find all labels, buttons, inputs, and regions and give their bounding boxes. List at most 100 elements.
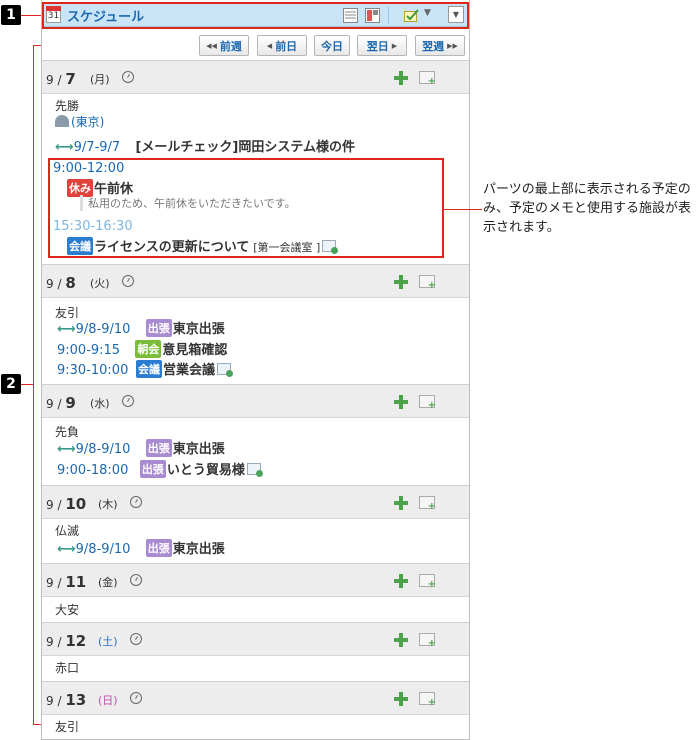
event-title: [メールチェック]岡田システム様の件 [135,140,355,155]
add-folder-icon[interactable] [419,496,436,512]
prev-week-button[interactable]: ◀◀ 前週 [199,35,249,56]
add-event-icon[interactable] [394,71,408,85]
add-folder-icon[interactable] [419,633,436,649]
rokuyo-label: 赤口 [55,661,80,675]
range-arrow-icon: ⟷ [57,442,76,457]
attendee-icon [246,463,263,477]
event-badge: 出張 [139,460,166,478]
day-header: 9 / 8 (火) [42,264,469,298]
event-item[interactable]: 9:00-9:15 朝会 意見箱確認 [57,339,227,358]
callout-2: 2 [1,374,21,394]
event-badge: 会議 [136,360,162,378]
weather-location[interactable]: (東京) [71,115,104,129]
weather-umbrella-icon [55,115,69,127]
event-time: 9/8-9/10 [75,322,131,337]
callout-1-line [21,15,43,16]
clock-icon[interactable] [130,692,142,704]
clock-icon[interactable] [130,633,142,645]
event-item[interactable]: ⟷9/8-9/10 出張 東京出張 [57,438,225,457]
event-time: 9/7-9/7 [73,140,121,155]
range-event[interactable]: ⟷9/7-9/7 [メールチェック]岡田システム様の件 [55,136,355,155]
calendar-icon: 31 [46,6,61,23]
day-of-week: (土) [98,635,118,648]
event-title: 東京出張 [172,542,225,557]
add-event-icon[interactable] [394,395,408,409]
checkmark-icon[interactable] [404,8,419,23]
event-item[interactable]: 9:30-10:00 会議 営業会議 [57,359,234,378]
add-folder-icon[interactable] [419,275,436,291]
day-date[interactable]: 9 / 10 [46,495,86,513]
day-date[interactable]: 9 / 12 [46,632,86,650]
event-badge: 出張 [145,319,172,337]
event-time: 9/8-9/10 [75,442,131,457]
add-event-icon[interactable] [394,574,408,588]
clock-icon[interactable] [130,574,142,586]
add-folder-icon[interactable] [419,692,436,708]
clock-icon[interactable] [122,395,134,407]
day-date[interactable]: 9 / 7 [46,70,76,88]
chevron-down-icon[interactable]: ▼ [424,8,431,18]
add-folder-icon[interactable] [419,395,436,411]
schedule-header: 31 スケジュール ▼ ▼ [43,3,467,27]
event-item[interactable]: ⟷9/8-9/10 出張 東京出張 [57,318,225,337]
event-title: 営業会議 [163,363,216,378]
clock-icon[interactable] [130,496,142,508]
day-header: 9 / 13 (日) [42,681,469,715]
attendee-icon [322,240,339,254]
menu-chevron-down-icon: ▼ [452,10,460,19]
event-title: ライセンスの更新について [94,240,250,255]
rokuyo-label: 先勝 [55,99,80,113]
today-button[interactable]: 今日 [314,35,350,56]
add-event-icon[interactable] [394,633,408,647]
header-divider [388,6,389,24]
next-day-button[interactable]: 翌日 ▶ [357,35,407,56]
event-time: 9:00-9:15 [57,343,121,358]
day-date[interactable]: 9 / 9 [46,394,76,412]
event-badge: 出張 [145,539,172,557]
add-event-icon[interactable] [394,275,408,289]
next-week-button[interactable]: 翌週 ▶▶ [415,35,465,56]
clock-icon[interactable] [122,71,134,83]
event-time: 9/8-9/10 [75,542,131,557]
left-arrow-icon: ◀ [266,41,273,50]
day-of-week: (木) [98,498,118,511]
event-title: 東京出張 [172,442,225,457]
rokuyo-label: 友引 [55,720,80,734]
event-item[interactable]: 9:00-18:00 出張 いとう貿易様 [57,459,263,478]
day-date[interactable]: 9 / 13 [46,691,86,709]
event-item[interactable]: ⟷9/8-9/10 出張 東京出張 [57,538,225,557]
right-arrow-icon: ▶ [391,41,398,50]
add-folder-icon[interactable] [419,71,436,87]
day-of-week: (金) [98,576,118,589]
panel-menu-button[interactable]: ▼ [448,6,464,23]
prev-day-button[interactable]: ◀ 前日 [257,35,307,56]
event-time[interactable]: 9:00-12:00 [53,161,124,176]
clock-icon[interactable] [122,275,134,287]
add-event-icon[interactable] [394,496,408,510]
event-time[interactable]: 15:30-16:30 [53,219,133,234]
day-of-week: (水) [90,397,110,410]
double-left-arrow-icon: ◀◀ [206,41,217,50]
event-item[interactable]: 会議 ライセンスの更新について [第一会議室 ] [67,236,339,255]
callout-2-line [21,384,33,385]
event-memo: 私用のため、午前休をいただきたいです。 [80,195,296,211]
add-folder-icon[interactable] [419,574,436,590]
event-title: 意見箱確認 [162,343,228,358]
event-time: 9:30-10:00 [57,363,129,378]
day-date[interactable]: 9 / 8 [46,274,76,292]
panel-title[interactable]: スケジュール [67,6,144,25]
event-badge: 朝会 [135,340,162,358]
event-title: 東京出張 [172,322,225,337]
event-title: いとう貿易様 [166,463,245,478]
day-header: 9 / 12 (土) [42,622,469,656]
event-badge: 会議 [67,237,93,255]
list-view-icon[interactable] [343,8,358,23]
callout-1: 1 [1,5,21,25]
add-event-icon[interactable] [394,692,408,706]
group-view-icon[interactable] [365,8,380,23]
day-header: 9 / 10 (木) [42,485,469,519]
day-date[interactable]: 9 / 11 [46,573,86,591]
range-arrow-icon: ⟷ [55,140,74,155]
event-time: 9:00-18:00 [57,463,129,478]
day-of-week: (日) [98,694,118,707]
